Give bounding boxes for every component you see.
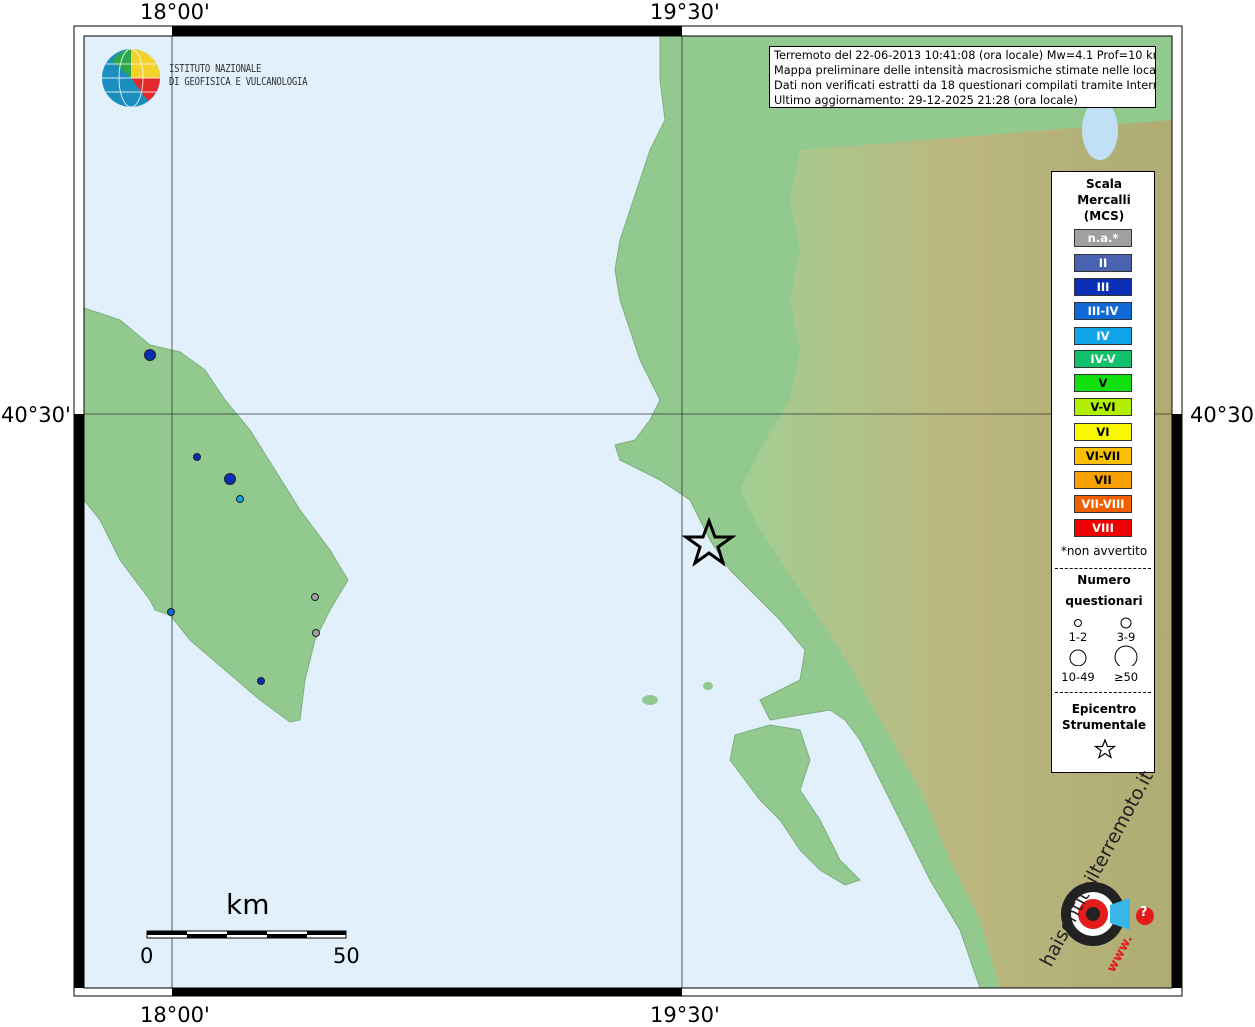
count-title-line2: questionari xyxy=(1065,594,1143,608)
epicenter-star-icon xyxy=(1094,738,1116,759)
intensity-swatch: IV-V xyxy=(1074,350,1132,368)
size-circle-50 xyxy=(1114,645,1138,666)
lon-label-top-right: 19°30' xyxy=(650,0,720,24)
scale-unit: km xyxy=(226,888,270,921)
intensity-swatch: VI xyxy=(1074,423,1132,441)
size-label-3-9: 3-9 xyxy=(1116,630,1136,644)
ingv-name-line2: DI GEOFISICA E VULCANOLOGIA xyxy=(169,76,308,88)
obs-point xyxy=(167,608,175,616)
obs-point xyxy=(193,453,201,461)
ingv-name-line1: ISTITUTO NAZIONALE xyxy=(169,63,262,75)
intensity-swatch: VIII xyxy=(1074,519,1132,537)
scale-max: 50 xyxy=(333,944,360,968)
intensity-swatch: VI-VII xyxy=(1074,447,1132,465)
obs-point xyxy=(257,677,265,685)
legend-divider xyxy=(1055,692,1151,693)
obs-point xyxy=(236,495,244,503)
obs-point xyxy=(224,473,236,485)
intensity-swatch: III-IV xyxy=(1074,302,1132,320)
obs-point xyxy=(312,629,320,637)
watermark-question-icon: ? xyxy=(1140,905,1148,920)
intensity-swatch: II xyxy=(1074,254,1132,272)
intensity-swatch: V-VI xyxy=(1074,398,1132,416)
obs-point xyxy=(144,349,156,361)
island xyxy=(703,682,713,690)
intensity-swatch: III xyxy=(1074,278,1132,296)
epicenter-title-line1: Epicentro xyxy=(1071,702,1137,716)
size-label-1-2: 1-2 xyxy=(1068,630,1088,644)
event-info-line1: Terremoto del 22-06-2013 10:41:08 (ora l… xyxy=(774,49,1156,62)
size-label-50: ≥50 xyxy=(1113,670,1139,684)
size-circle-10-49 xyxy=(1069,649,1087,666)
scale-bar xyxy=(146,930,347,939)
legend-title-line3: (MCS) xyxy=(1083,209,1125,223)
legend-divider xyxy=(1055,568,1151,569)
scale-min: 0 xyxy=(140,944,154,968)
island xyxy=(642,695,658,705)
lake xyxy=(1082,100,1118,160)
epicenter-title-line2: Strumentale xyxy=(1061,718,1147,732)
event-info-box: Terremoto del 22-06-2013 10:41:08 (ora l… xyxy=(769,46,1156,108)
legend-title-line2: Mercalli xyxy=(1077,193,1131,207)
lon-label-bottom-right: 19°30' xyxy=(650,1003,720,1027)
legend-panel: Scala Mercalli (MCS) n.a.* II III III-IV IV I… xyxy=(1051,171,1155,773)
ingv-globe-icon xyxy=(102,48,160,108)
lon-label-bottom-left: 18°00' xyxy=(140,1003,210,1027)
obs-point xyxy=(311,593,319,601)
size-circle-1-2 xyxy=(1074,619,1082,627)
legend-title-line1: Scala xyxy=(1085,177,1123,191)
legend-note: *non avvertito xyxy=(1060,544,1148,558)
event-info-line4: Ultimo aggiornamento: 29-12-2025 21:28 (… xyxy=(774,94,1078,107)
lat-label-left: 40°30' xyxy=(1,403,71,427)
event-info-line3: Dati non verificati estratti da 18 quest… xyxy=(774,79,1156,92)
intensity-swatch: V xyxy=(1074,374,1132,392)
intensity-swatch: n.a.* xyxy=(1074,229,1132,247)
lat-label-right: 40°30' xyxy=(1190,403,1255,427)
count-title-line1: Numero xyxy=(1077,573,1131,587)
event-info-line2: Mappa preliminare delle intensità macros… xyxy=(774,64,1156,77)
intensity-swatch: VII-VIII xyxy=(1074,495,1132,513)
intensity-swatch: VII xyxy=(1074,471,1132,489)
size-circle-3-9 xyxy=(1120,617,1132,629)
ingv-name: ISTITUTO NAZIONALE DI GEOFISICA E VULCAN… xyxy=(169,63,307,89)
lon-label-top-left: 18°00' xyxy=(140,0,210,24)
intensity-swatch: IV xyxy=(1074,327,1132,345)
size-label-10-49: 10-49 xyxy=(1061,670,1095,684)
